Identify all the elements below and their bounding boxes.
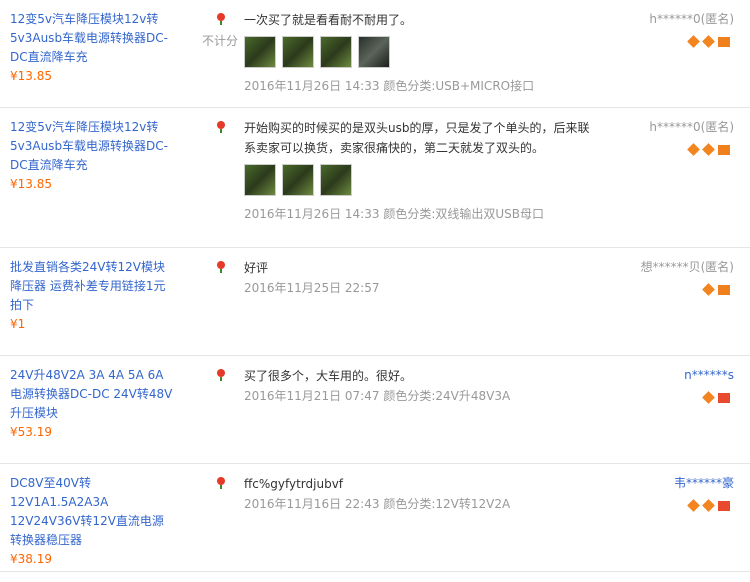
review-photo-thumbnail[interactable] [244,164,276,196]
diamond-icon [702,499,715,512]
review-row: 24V升48V2A 3A 4A 5A 6A电源转换器DC-DC 24V转48V升… [0,356,750,464]
product-title-link[interactable]: DC8V至40V转12V1A1.5A2A3A 12V24V36V转12V直流电源… [10,474,175,550]
review-meta: 2016年11月26日 14:33 颜色分类:双线输出双USB母口 [244,204,594,224]
reviewer-name: h******0(匿名) [649,120,734,134]
review-meta: 2016年11月16日 22:43 颜色分类:12V转12V2A [244,494,594,514]
product-title-link[interactable]: 24V升48V2A 3A 4A 5A 6A电源转换器DC-DC 24V转48V升… [10,366,175,423]
review-date: 2016年11月16日 22:43 [244,497,380,511]
product-title-link[interactable]: 12变5v汽车降压模块12v转5v3Ausb车载电源转换器DC-DC直流降车充 [10,118,175,175]
review-meta: 2016年11月21日 07:47 颜色分类:24V升48V3A [244,386,594,406]
reviewer-badges [686,142,730,156]
flower-icon [217,13,225,25]
review-meta: 2016年11月25日 22:57 [244,278,594,298]
reviewer-name: 韦******豪 [673,476,734,490]
review-photo-thumbnail[interactable] [320,164,352,196]
flower-icon [217,121,225,133]
product-price: ¥1 [10,317,26,331]
diamond-icon [687,143,700,156]
review-text: 好评 [244,261,269,275]
review-row: 批发直销各类24V转12V模块降压器 运费补差专用链接1元拍下 ¥1 好评 20… [0,248,750,356]
product-price: ¥53.19 [10,425,52,439]
review-body: 买了很多个，大车用的。很好。 2016年11月21日 07:47 颜色分类:24… [244,366,594,406]
review-photos [244,164,594,198]
review-text: 一次买了就是看看耐不耐用了。 [244,13,413,27]
flower-icon [217,477,225,489]
diamond-icon [702,283,715,296]
review-row: 12变5v汽车降压模块12v转5v3Ausb车载电源转换器DC-DC直流降车充 … [0,0,750,108]
review-color-category: 颜色分类:双线输出双USB母口 [383,207,544,221]
review-date: 2016年11月26日 14:33 [244,207,380,221]
diamond-icon [702,391,715,404]
review-row: DC8V至40V转12V1A1.5A2A3A 12V24V36V转12V直流电源… [0,464,750,572]
product-info: 12变5v汽车降压模块12v转5v3Ausb车载电源转换器DC-DC直流降车充 … [10,10,175,86]
product-price: ¥13.85 [10,69,52,83]
product-price: ¥38.19 [10,552,52,566]
review-photo-thumbnail[interactable] [320,36,352,68]
review-text: 买了很多个，大车用的。很好。 [244,369,413,383]
diamond-icon [687,35,700,48]
badge-icon [718,392,730,403]
review-photo-thumbnail[interactable] [358,36,390,68]
product-info: DC8V至40V转12V1A1.5A2A3A 12V24V36V转12V直流电源… [10,474,175,569]
review-list: 12变5v汽车降压模块12v转5v3Ausb车载电源转换器DC-DC直流降车充 … [0,0,750,572]
reviewer-badges [686,34,730,48]
review-meta: 2016年11月26日 14:33 颜色分类:USB+MICRO接口 [244,76,594,96]
product-info: 24V升48V2A 3A 4A 5A 6A电源转换器DC-DC 24V转48V升… [10,366,175,442]
diamond-icon [687,499,700,512]
review-date: 2016年11月26日 14:33 [244,79,380,93]
review-body: 好评 2016年11月25日 22:57 [244,258,594,298]
review-date: 2016年11月25日 22:57 [244,281,380,295]
reviewer-badges [701,282,730,296]
review-photo-thumbnail[interactable] [282,36,314,68]
diamond-icon [702,143,715,156]
reviewer-name: h******0(匿名) [649,12,734,26]
review-photo-thumbnail[interactable] [244,36,276,68]
reviewer-badges [686,498,730,512]
flower-icon [217,261,225,273]
product-info: 批发直销各类24V转12V模块降压器 运费补差专用链接1元拍下 ¥1 [10,258,175,334]
review-text: ffc%gyfytrdjubvf [244,477,344,491]
product-info: 12变5v汽车降压模块12v转5v3Ausb车载电源转换器DC-DC直流降车充 … [10,118,175,194]
review-color-category: 颜色分类:12V转12V2A [383,497,511,511]
review-body: 开始购买的时候买的是双头usb的厚，只是发了个单头的，后来联系卖家可以换货，卖家… [244,118,594,224]
flower-icon [217,369,225,381]
badge-icon [718,36,730,47]
reviewer-badges [701,390,730,404]
diamond-icon [702,35,715,48]
review-body: 一次买了就是看看耐不耐用了。 2016年11月26日 14:33 颜色分类:US… [244,10,594,96]
review-date: 2016年11月21日 07:47 [244,389,380,403]
product-title-link[interactable]: 12变5v汽车降压模块12v转5v3Ausb车载电源转换器DC-DC直流降车充 [10,10,175,67]
badge-icon [718,144,730,155]
product-price: ¥13.85 [10,177,52,191]
review-text: 开始购买的时候买的是双头usb的厚，只是发了个单头的，后来联系卖家可以换货，卖家… [244,121,590,155]
no-count-label: 不计分 [202,34,239,48]
review-color-category: 颜色分类:24V升48V3A [383,389,511,403]
review-photo-thumbnail[interactable] [282,164,314,196]
badge-icon [718,500,730,511]
review-color-category: 颜色分类:USB+MICRO接口 [383,79,535,93]
reviewer-name: n******s [684,368,734,382]
review-row: 12变5v汽车降压模块12v转5v3Ausb车载电源转换器DC-DC直流降车充 … [0,108,750,248]
review-photos [244,36,594,70]
reviewer-name: 想******贝(匿名) [640,260,734,274]
review-body: ffc%gyfytrdjubvf 2016年11月16日 22:43 颜色分类:… [244,474,594,514]
product-title-link[interactable]: 批发直销各类24V转12V模块降压器 运费补差专用链接1元拍下 [10,258,175,315]
badge-icon [718,284,730,295]
